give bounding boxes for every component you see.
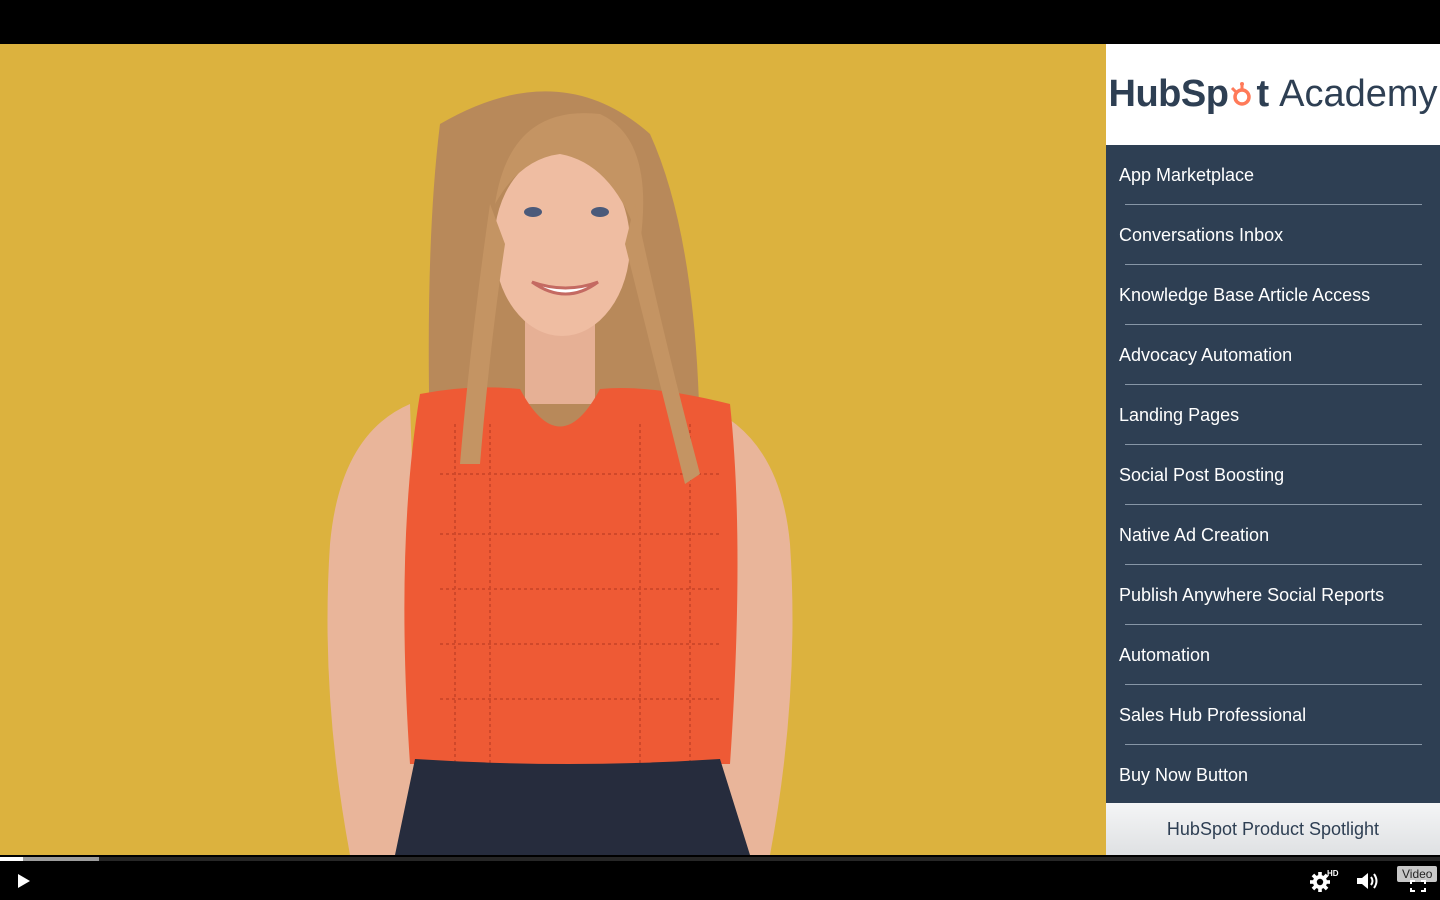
chapter-item-app-marketplace[interactable]: App Marketplace [1106, 145, 1440, 205]
sprocket-logo-icon [1231, 82, 1252, 106]
logo-brand-end-text: t [1256, 73, 1270, 115]
spotlight-sidebar: HubSp t Academy App Marketplace Conversa… [1106, 44, 1440, 855]
letterbox-top [0, 0, 1440, 44]
chapter-item-automation[interactable]: Automation [1106, 625, 1440, 685]
chapter-menu: App Marketplace Conversations Inbox Know… [1106, 145, 1440, 805]
logo-brand-text: HubSp [1108, 73, 1229, 115]
progress-played [0, 857, 24, 861]
progress-bar[interactable] [0, 857, 1440, 861]
player-controls-bar [0, 855, 1440, 900]
logo-academy-text: Academy [1279, 73, 1438, 115]
chapter-item-buy-now-button[interactable]: Buy Now Button [1106, 745, 1440, 805]
hd-badge: HD [1327, 869, 1339, 878]
video-frame[interactable] [0, 44, 1106, 855]
chapter-item-sales-hub-professional[interactable]: Sales Hub Professional [1106, 685, 1440, 745]
chapter-item-native-ad-creation[interactable]: Native Ad Creation [1106, 505, 1440, 565]
presenter-figure [327, 91, 793, 855]
product-spotlight-footer: HubSpot Product Spotlight [1106, 803, 1440, 855]
volume-icon[interactable] [1354, 869, 1382, 893]
chapter-item-social-post-boosting[interactable]: Social Post Boosting [1106, 445, 1440, 505]
chapter-item-publish-anywhere[interactable]: Publish Anywhere Social Reports [1106, 565, 1440, 625]
chapter-item-conversations-inbox[interactable]: Conversations Inbox [1106, 205, 1440, 265]
play-icon[interactable] [12, 870, 34, 892]
chapter-item-advocacy-automation[interactable]: Advocacy Automation [1106, 325, 1440, 385]
chapter-item-knowledge-base[interactable]: Knowledge Base Article Access [1106, 265, 1440, 325]
fullscreen-icon[interactable] [1410, 880, 1426, 892]
chapter-item-landing-pages[interactable]: Landing Pages [1106, 385, 1440, 445]
hubspot-academy-logo: HubSp t Academy [1106, 44, 1440, 145]
